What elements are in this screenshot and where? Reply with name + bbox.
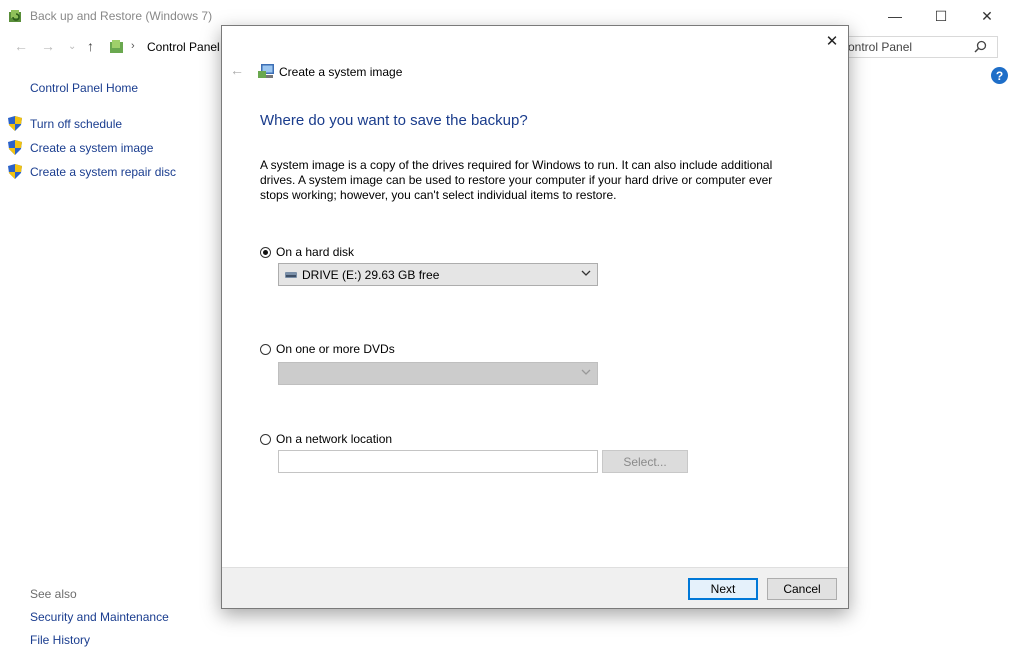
back-arrow-icon[interactable]: ←	[230, 62, 244, 78]
see-also-heading: See also	[30, 587, 77, 601]
hard-disk-label: On a hard disk	[276, 245, 355, 259]
hard-disk-option[interactable]: On a hard disk	[260, 245, 354, 259]
minimize-icon: —	[888, 8, 902, 24]
up-arrow-icon[interactable]: ↑	[87, 38, 94, 54]
breadcrumb-chevron-icon: ›	[131, 40, 135, 52]
shield-icon	[8, 140, 22, 155]
hard-disk-select[interactable]: DRIVE (E:) 29.63 GB free	[278, 263, 598, 286]
breadcrumb[interactable]: Control Panel	[147, 40, 220, 54]
search-icon[interactable]	[974, 40, 987, 53]
window-title: Back up and Restore (Windows 7)	[30, 9, 213, 23]
chevron-down-icon	[581, 369, 591, 375]
security-maintenance-link[interactable]: Security and Maintenance	[30, 610, 169, 624]
sidebar-item-turn-off-schedule[interactable]: Turn off schedule	[30, 117, 122, 131]
dialog-title: Create a system image	[279, 65, 403, 79]
network-location-input[interactable]	[278, 450, 598, 473]
help-icon[interactable]: ?	[991, 67, 1008, 84]
select-network-button: Select...	[602, 450, 688, 473]
file-history-link[interactable]: File History	[30, 633, 90, 647]
sidebar-item-create-repair-disc[interactable]: Create a system repair disc	[30, 165, 176, 179]
minimize-button[interactable]: —	[872, 0, 918, 32]
network-option[interactable]: On a network location	[260, 432, 392, 446]
forward-arrow-icon[interactable]: →	[41, 38, 55, 54]
dialog-footer: Next Cancel	[222, 567, 848, 608]
dvd-radio[interactable]	[260, 343, 271, 355]
maximize-icon: ☐	[934, 7, 948, 24]
drive-icon	[285, 271, 297, 278]
close-icon: ✕	[981, 7, 993, 24]
dvd-select	[278, 362, 598, 385]
dialog-heading: Where do you want to save the backup?	[260, 112, 528, 129]
dialog-description: A system image is a copy of the drives r…	[260, 158, 773, 202]
dvd-option[interactable]: On one or more DVDs	[260, 342, 395, 356]
backup-restore-icon	[9, 10, 21, 22]
close-icon: ✕	[825, 33, 839, 50]
shield-icon	[8, 164, 22, 179]
dialog-close-button[interactable]: ✕	[816, 26, 848, 56]
control-panel-home-link[interactable]: Control Panel Home	[30, 81, 138, 95]
network-label: On a network location	[276, 432, 393, 446]
network-radio[interactable]	[260, 433, 271, 445]
shield-icon	[8, 116, 22, 131]
hard-disk-radio[interactable]	[260, 246, 271, 258]
dvd-label: On one or more DVDs	[276, 342, 395, 356]
control-panel-icon	[110, 40, 123, 53]
recent-locations-chevron-icon[interactable]: ⌄	[68, 41, 76, 52]
cancel-button[interactable]: Cancel	[767, 578, 837, 600]
back-arrow-icon[interactable]: ←	[14, 38, 28, 54]
maximize-button[interactable]: ☐	[918, 0, 964, 32]
next-button[interactable]: Next	[688, 578, 758, 600]
create-system-image-dialog: ✕ ← Create a system image Where do you w…	[221, 25, 849, 609]
hard-disk-selected-value: DRIVE (E:) 29.63 GB free	[302, 267, 440, 282]
chevron-down-icon	[581, 270, 591, 276]
system-image-icon	[258, 64, 274, 78]
close-button[interactable]: ✕	[964, 0, 1010, 32]
search-placeholder: ontrol Panel	[848, 40, 913, 54]
sidebar-item-create-system-image[interactable]: Create a system image	[30, 141, 153, 155]
